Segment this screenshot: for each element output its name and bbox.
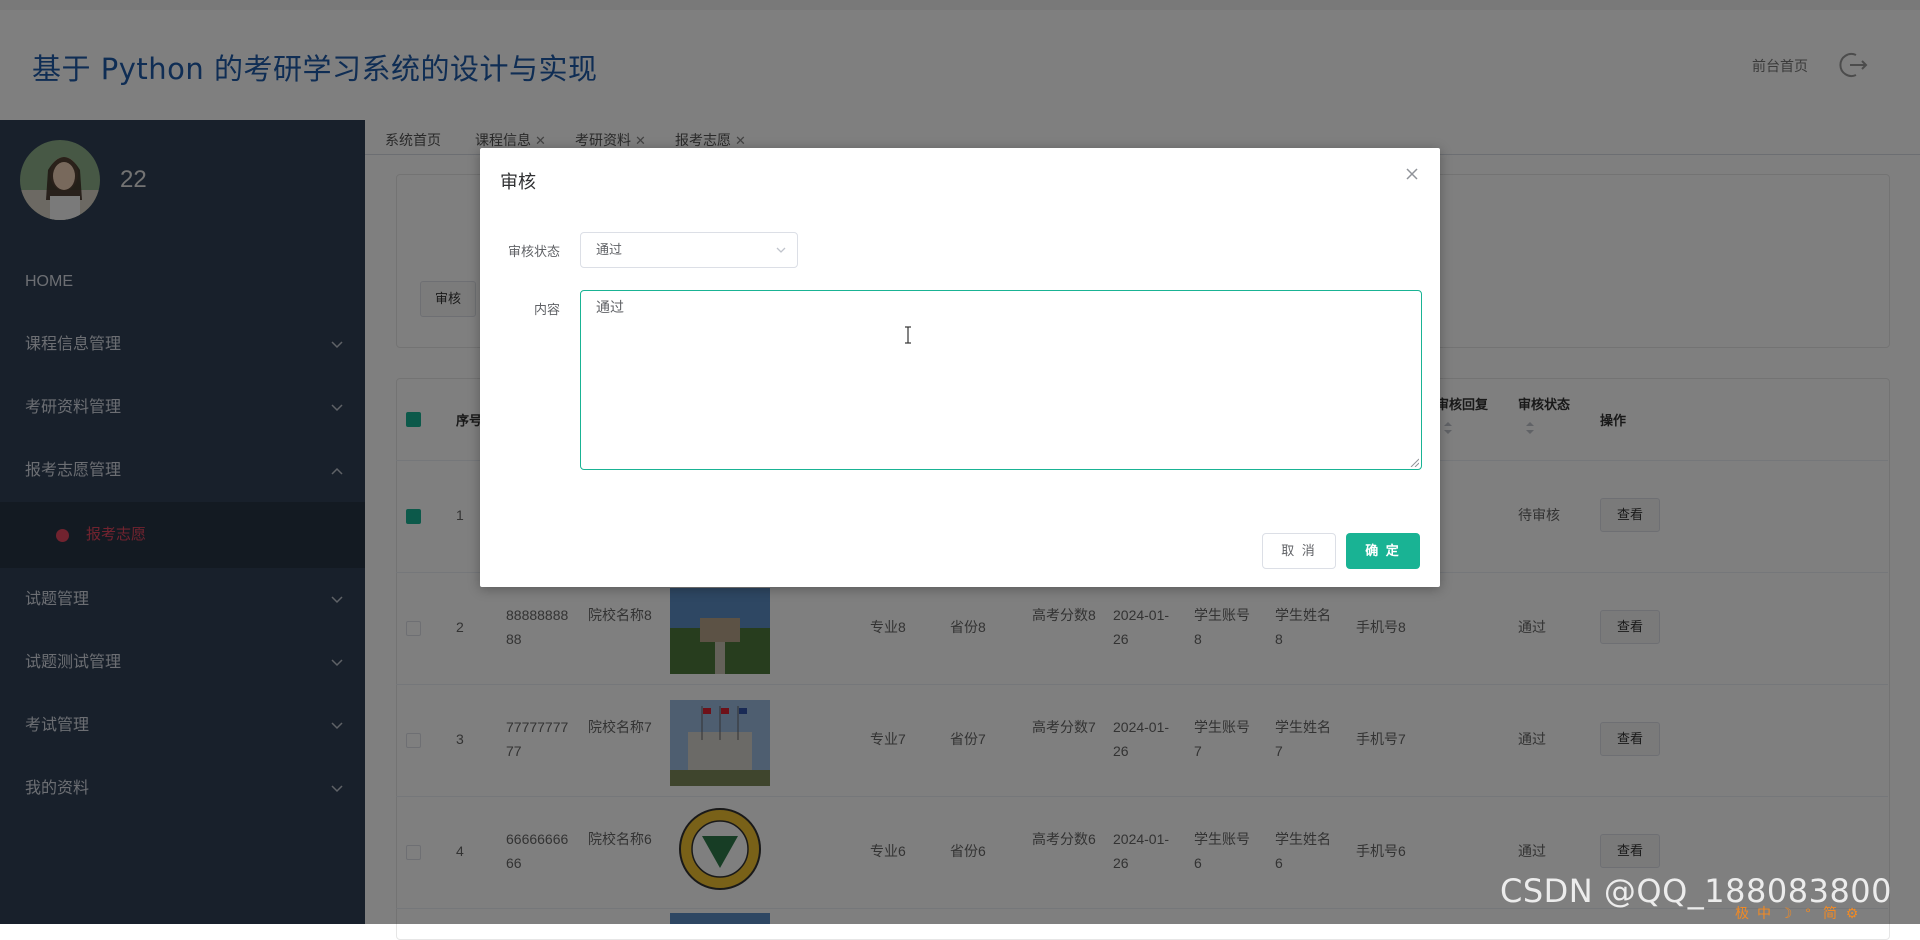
gear-icon[interactable]: ⚙: [1842, 904, 1862, 922]
punctuation-icon[interactable]: °: [1798, 904, 1818, 922]
moon-icon[interactable]: ☽: [1776, 904, 1796, 922]
confirm-button[interactable]: 确 定: [1346, 533, 1420, 569]
content-textarea[interactable]: 通过: [580, 290, 1422, 470]
review-dialog: 审核 审核状态 通过 内容 通过 取 消 确 定: [480, 148, 1440, 587]
chevron-down-icon: [776, 247, 786, 253]
cancel-button[interactable]: 取 消: [1262, 533, 1336, 569]
ime-chinese-mode[interactable]: 中: [1754, 904, 1774, 922]
content-label: 内容: [533, 302, 560, 317]
resize-grip-icon[interactable]: [1409, 457, 1419, 467]
status-label: 审核状态: [507, 244, 560, 259]
ime-simplified[interactable]: 简: [1820, 904, 1840, 922]
ime-toolbar[interactable]: 极 中 ☽ ° 简 ⚙: [1732, 902, 1920, 924]
dialog-title: 审核: [500, 172, 536, 192]
status-select[interactable]: 通过: [580, 232, 798, 268]
text-cursor-icon: [905, 326, 911, 344]
ime-logo-icon[interactable]: 极: [1732, 904, 1752, 922]
close-icon[interactable]: [1404, 166, 1420, 182]
